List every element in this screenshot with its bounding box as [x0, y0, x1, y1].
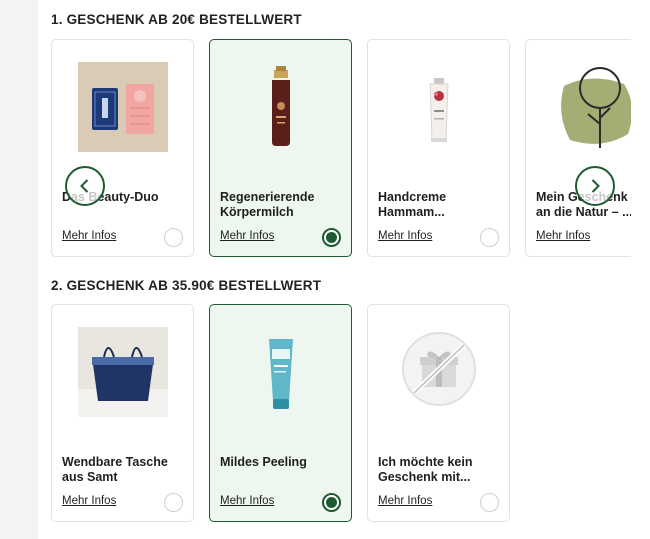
carousel-next-button[interactable]: [575, 166, 615, 206]
tree-image: [546, 58, 631, 158]
more-info-link[interactable]: Mehr Infos: [378, 495, 432, 507]
gift-name: Handcreme Hammam...: [378, 190, 447, 219]
gift-card-velvet-bag[interactable]: Wendbare Tasche aus Samt Mehr Infos: [51, 304, 194, 522]
more-info-link[interactable]: Mehr Infos: [62, 230, 116, 242]
gift-card-hand-cream[interactable]: Handcreme Hammam... Mehr Infos: [367, 39, 510, 257]
gift-name: Regenerierende Körpermilch: [220, 190, 315, 219]
gift-carousel-1: Das Beauty-Duo Mehr Infos Regenerierende…: [51, 39, 631, 257]
gift-selection-panel: 1. GESCHENK AB 20€ BESTELLWERT Das Beaut…: [38, 0, 650, 539]
carousel-prev-button[interactable]: [65, 166, 105, 206]
gift-card-peeling[interactable]: Mildes Peeling Mehr Infos: [209, 304, 352, 522]
gift-name: Ich möchte kein Geschenk mit...: [378, 455, 473, 484]
gift-radio[interactable]: [164, 228, 183, 247]
body-milk-bottle-image: [236, 62, 326, 152]
gift-name: Wendbare Tasche aus Samt: [62, 455, 168, 484]
section-2-title: 2. GESCHENK AB 35.90€ BESTELLWERT: [51, 278, 322, 293]
gift-radio[interactable]: [480, 228, 499, 247]
no-gift-icon: [394, 327, 484, 417]
gift-card-no-gift[interactable]: Ich möchte kein Geschenk mit... Mehr Inf…: [367, 304, 510, 522]
chevron-right-icon: [591, 179, 600, 193]
beauty-duo-image: [78, 62, 168, 152]
section-1-title: 1. GESCHENK AB 20€ BESTELLWERT: [51, 12, 302, 27]
gift-card-beauty-duo[interactable]: Das Beauty-Duo Mehr Infos: [51, 39, 194, 257]
velvet-bag-image: [78, 327, 168, 417]
gift-carousel-2: Wendbare Tasche aus Samt Mehr Infos Mild…: [51, 304, 631, 522]
gift-card-nature[interactable]: Mein Geschenk an die Natur – ... Mehr In…: [525, 39, 631, 257]
gift-radio-selected[interactable]: [322, 493, 341, 512]
more-info-link[interactable]: Mehr Infos: [220, 230, 274, 242]
more-info-link[interactable]: Mehr Infos: [378, 230, 432, 242]
more-info-link[interactable]: Mehr Infos: [536, 230, 590, 242]
peeling-tube-image: [236, 327, 326, 417]
more-info-link[interactable]: Mehr Infos: [220, 495, 274, 507]
gift-radio-selected[interactable]: [322, 228, 341, 247]
hand-cream-tube-image: [394, 62, 484, 152]
gift-name: Mildes Peeling: [220, 455, 307, 469]
chevron-left-icon: [80, 179, 89, 193]
gift-radio[interactable]: [480, 493, 499, 512]
more-info-link[interactable]: Mehr Infos: [62, 495, 116, 507]
gift-card-body-milk[interactable]: Regenerierende Körpermilch Mehr Infos: [209, 39, 352, 257]
gift-radio[interactable]: [164, 493, 183, 512]
